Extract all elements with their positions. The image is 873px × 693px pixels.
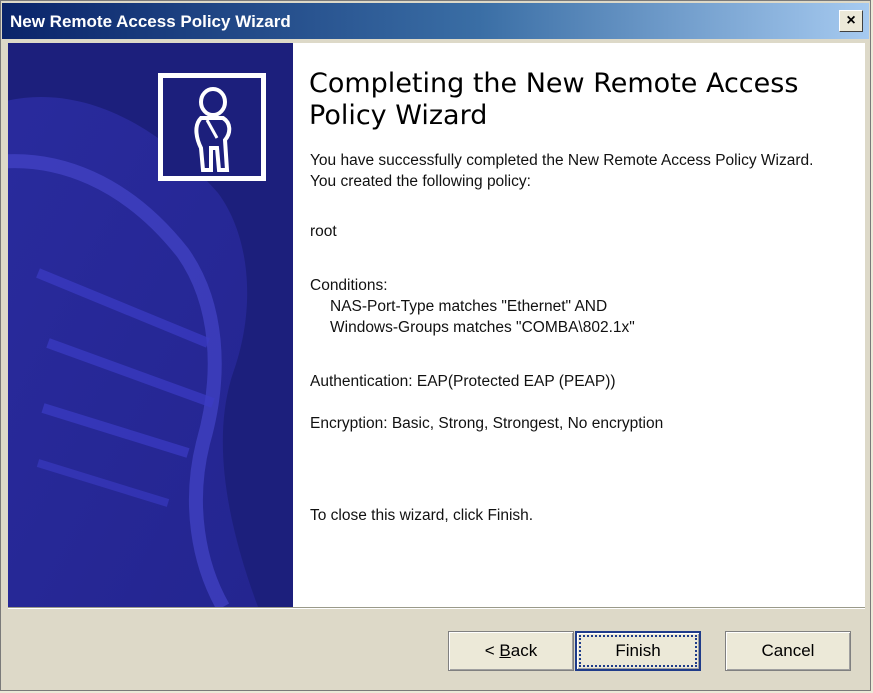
wizard-content: Completing the New Remote Access Policy … [293, 43, 865, 607]
close-button[interactable]: × [839, 10, 863, 32]
close-icon: × [846, 11, 856, 29]
conditions-block: Conditions: NAS-Port-Type matches "Ether… [310, 275, 635, 338]
wizard-badge [158, 73, 266, 181]
condition-item: Windows-Groups matches "COMBA\802.1x" [330, 319, 635, 336]
back-button[interactable]: < Back [448, 631, 574, 671]
finish-button-label: Finish [615, 641, 661, 660]
cancel-button[interactable]: Cancel [725, 631, 851, 671]
title-bar[interactable]: New Remote Access Policy Wizard × [2, 3, 869, 39]
person-icon [194, 87, 232, 172]
condition-item: NAS-Port-Type matches "Ethernet" AND [330, 298, 608, 315]
intro-text: You have successfully completed the New … [310, 152, 814, 190]
wizard-window: New Remote Access Policy Wizard × Comple… [0, 0, 871, 691]
encryption-text: Encryption: Basic, Strong, Strongest, No… [310, 415, 664, 432]
page-title: Completing the New Remote Access Policy … [309, 68, 799, 131]
window-title: New Remote Access Policy Wizard [10, 12, 291, 31]
wizard-side-banner [8, 43, 293, 607]
button-separator [8, 607, 865, 609]
closing-instruction: To close this wizard, click Finish. [310, 507, 534, 524]
cancel-button-label: Cancel [761, 641, 815, 660]
back-button-label: < Back [484, 641, 538, 660]
finish-button[interactable]: Finish [575, 631, 701, 671]
policy-name: root [310, 223, 337, 240]
conditions-label: Conditions: [310, 277, 388, 294]
authentication-text: Authentication: EAP(Protected EAP (PEAP)… [310, 373, 616, 390]
